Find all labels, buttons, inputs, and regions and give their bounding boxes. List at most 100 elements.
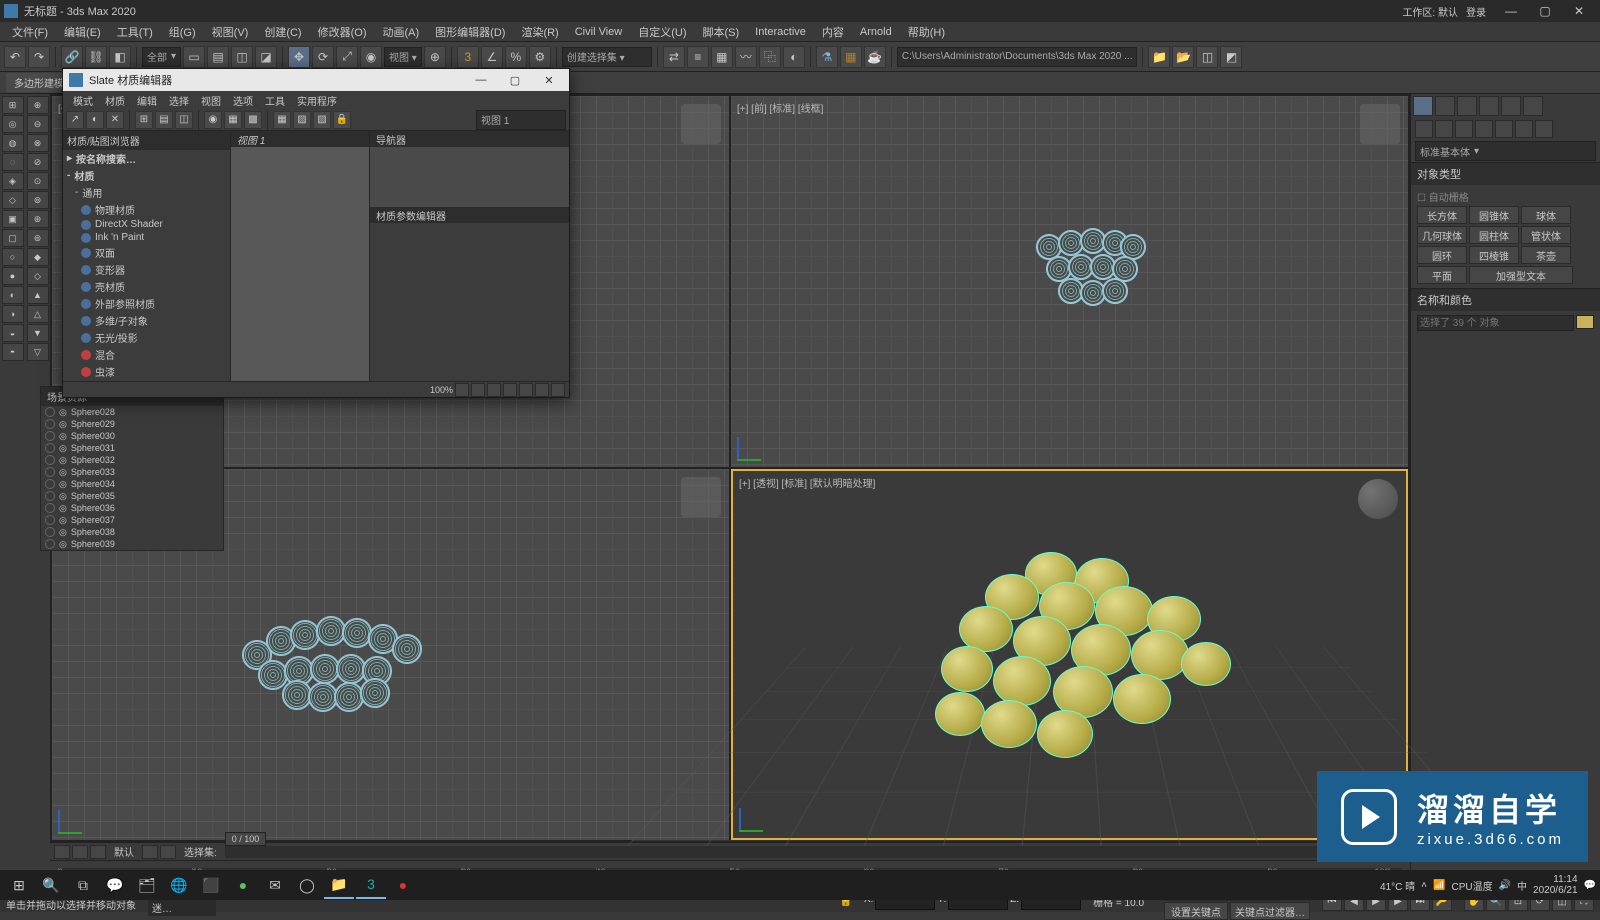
viewcube-icon[interactable] bbox=[681, 477, 721, 517]
snap-toggle[interactable]: 3 bbox=[457, 46, 479, 68]
rail-btn-a10[interactable]: ● bbox=[2, 267, 24, 285]
rail-btn-a12[interactable]: ◑ bbox=[2, 305, 24, 323]
unlink-button[interactable]: ⛓ bbox=[85, 46, 107, 68]
slate-sb-3[interactable] bbox=[487, 383, 501, 397]
bind-button[interactable]: ◧ bbox=[109, 46, 131, 68]
slate-sb-2[interactable] bbox=[471, 383, 485, 397]
rail-btn-b12[interactable]: △ bbox=[27, 305, 49, 323]
track-btn-5[interactable] bbox=[160, 845, 176, 859]
rail-btn-b4[interactable]: ⊘ bbox=[27, 153, 49, 171]
slate-material-editor-window[interactable]: Slate 材质编辑器 — ▢ ✕ 模式 材质 编辑 选择 视图 选项 工具 实… bbox=[62, 68, 570, 398]
render-frame-button[interactable]: ▦ bbox=[840, 46, 862, 68]
menu-file[interactable]: 文件(F) bbox=[4, 22, 56, 42]
slate-assign-icon[interactable]: ◐ bbox=[86, 111, 104, 129]
auto-grid-checkbox[interactable]: ☐ 自动栅格 bbox=[1417, 189, 1594, 204]
scale-button[interactable]: ⤢ bbox=[336, 46, 358, 68]
primitive-category-combo[interactable]: 标准基本体 ▾ bbox=[1415, 141, 1596, 161]
rollout-object-type[interactable]: 对象类型 bbox=[1411, 162, 1600, 185]
tool-b-button[interactable]: ◩ bbox=[1220, 46, 1242, 68]
rail-btn-b6[interactable]: ⊚ bbox=[27, 191, 49, 209]
rail-btn-a3[interactable]: ◍ bbox=[2, 134, 24, 152]
setkey-button[interactable]: 设置关键点 bbox=[1164, 902, 1228, 920]
menu-group[interactable]: 组(G) bbox=[161, 22, 204, 42]
menu-modifiers[interactable]: 修改器(O) bbox=[310, 22, 375, 42]
tab-motion[interactable] bbox=[1479, 96, 1499, 116]
type-pyramid[interactable]: 四棱锥 bbox=[1469, 246, 1519, 264]
wechat-icon[interactable]: ● bbox=[228, 871, 258, 899]
explorer-icon[interactable]: 🗂 bbox=[132, 871, 162, 899]
rail-btn-b7[interactable]: ⊛ bbox=[27, 210, 49, 228]
slate-show-icon[interactable]: ◫ bbox=[175, 111, 193, 129]
angle-snap[interactable]: ∠ bbox=[481, 46, 503, 68]
slate-menu-view[interactable]: 视图 bbox=[195, 92, 227, 109]
clock-time[interactable]: 11:14 bbox=[1533, 874, 1578, 885]
menu-create[interactable]: 创建(C) bbox=[256, 22, 309, 42]
slate-graph-canvas[interactable] bbox=[231, 147, 369, 381]
tab-hierarchy[interactable] bbox=[1457, 96, 1477, 116]
tab-utilities[interactable] bbox=[1523, 96, 1543, 116]
align-button[interactable]: ≡ bbox=[687, 46, 709, 68]
rail-btn-b1[interactable]: ⊕ bbox=[27, 96, 49, 114]
record-icon[interactable]: ● bbox=[388, 871, 418, 899]
slate-menu-mode[interactable]: 模式 bbox=[67, 92, 99, 109]
slate-titlebar[interactable]: Slate 材质编辑器 — ▢ ✕ bbox=[63, 69, 569, 91]
slate-navigator[interactable] bbox=[370, 147, 569, 207]
tray-wifi-icon[interactable]: 📶 bbox=[1433, 880, 1445, 891]
sub-lights-icon[interactable] bbox=[1455, 120, 1473, 138]
window-crossing-button[interactable]: ◪ bbox=[255, 46, 277, 68]
search-icon[interactable]: 🔍 bbox=[36, 871, 66, 899]
menu-customize[interactable]: 自定义(U) bbox=[630, 22, 694, 42]
list-item[interactable]: ◎ Sphere032 bbox=[41, 454, 223, 466]
type-sphere[interactable]: 球体 bbox=[1521, 206, 1571, 224]
type-cone[interactable]: 圆锥体 bbox=[1469, 206, 1519, 224]
select-object-button[interactable]: ▭ bbox=[183, 46, 205, 68]
viewcube-icon[interactable] bbox=[1358, 479, 1398, 519]
rail-btn-a11[interactable]: ◐ bbox=[2, 286, 24, 304]
spinner-snap[interactable]: ⚙ bbox=[529, 46, 551, 68]
list-item[interactable]: ◎ Sphere039 bbox=[41, 538, 223, 550]
rail-btn-a14[interactable]: ◓ bbox=[2, 343, 24, 361]
rail-btn-a13[interactable]: ◒ bbox=[2, 324, 24, 342]
visibility-icon[interactable] bbox=[45, 479, 55, 489]
type-cylinder[interactable]: 圆柱体 bbox=[1469, 226, 1519, 244]
visibility-icon[interactable] bbox=[45, 419, 55, 429]
tree-materials[interactable]: - 材质 bbox=[63, 167, 230, 184]
slate-bg-icon[interactable]: ▩ bbox=[244, 111, 262, 129]
menu-civil[interactable]: Civil View bbox=[567, 24, 630, 40]
list-item[interactable]: ◎ Sphere028 bbox=[41, 406, 223, 418]
tree-item[interactable]: 壳材质 bbox=[63, 278, 230, 295]
visibility-icon[interactable] bbox=[45, 467, 55, 477]
slate-search-row[interactable]: ▸ 按名称搜索… bbox=[63, 150, 230, 167]
viewport-perspective[interactable]: [+] [透视] [标准] [默认明暗处理] bbox=[731, 469, 1408, 840]
render-setup-button[interactable]: ⚗ bbox=[816, 46, 838, 68]
percent-snap[interactable]: % bbox=[505, 46, 527, 68]
slate-close[interactable]: ✕ bbox=[535, 70, 563, 90]
render-button[interactable]: ☕ bbox=[864, 46, 886, 68]
curve-editor-button[interactable]: 〰 bbox=[735, 46, 757, 68]
list-item[interactable]: ◎ Sphere036 bbox=[41, 502, 223, 514]
tree-general[interactable]: - 通用 bbox=[63, 184, 230, 201]
link-button[interactable]: 🔗 bbox=[61, 46, 83, 68]
slate-move-icon[interactable]: ⊞ bbox=[135, 111, 153, 129]
sub-space-icon[interactable] bbox=[1515, 120, 1533, 138]
slate-sb-6[interactable] bbox=[535, 383, 549, 397]
tab-modify[interactable] bbox=[1435, 96, 1455, 116]
slate-grid-a-icon[interactable]: ▦ bbox=[273, 111, 291, 129]
type-tube[interactable]: 管状体 bbox=[1521, 226, 1571, 244]
undo-button[interactable]: ↶ bbox=[4, 46, 26, 68]
slate-menu-util[interactable]: 实用程序 bbox=[291, 92, 343, 109]
visibility-icon[interactable] bbox=[45, 443, 55, 453]
rail-btn-a8[interactable]: ▢ bbox=[2, 229, 24, 247]
slate-list-icon[interactable]: ▦ bbox=[224, 111, 242, 129]
slate-menu-tools[interactable]: 工具 bbox=[259, 92, 291, 109]
time-slider[interactable]: 0 / 100 bbox=[225, 846, 1406, 858]
slate-menu-material[interactable]: 材质 bbox=[99, 92, 131, 109]
windows-taskbar[interactable]: ⊞ 🔍 ⧉ 💬 🗂 🌐 ⬛ ● ✉ ◯ 📁 3 ● 41°C 晴 ˄ 📶 CPU… bbox=[0, 870, 1600, 900]
tree-item[interactable]: Ink 'n Paint bbox=[63, 231, 230, 244]
type-geosphere[interactable]: 几何球体 bbox=[1417, 226, 1467, 244]
list-item[interactable]: ◎ Sphere033 bbox=[41, 466, 223, 478]
visibility-icon[interactable] bbox=[45, 431, 55, 441]
steam-icon[interactable]: ◯ bbox=[292, 871, 322, 899]
sub-cameras-icon[interactable] bbox=[1475, 120, 1493, 138]
slate-sb-5[interactable] bbox=[519, 383, 533, 397]
